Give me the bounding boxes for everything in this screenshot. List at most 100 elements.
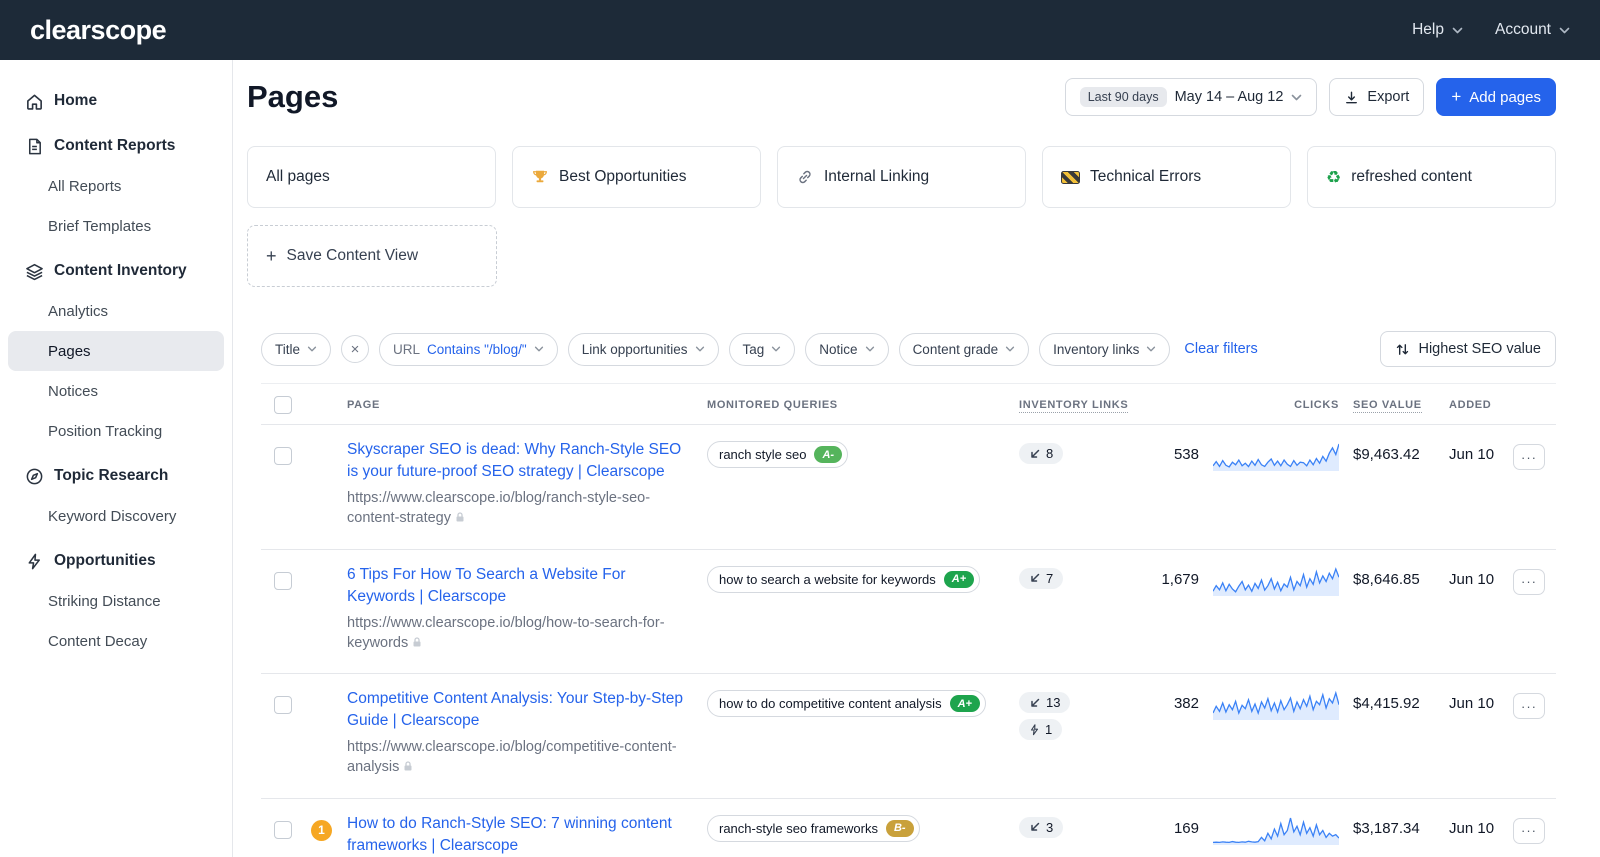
row-menu-button[interactable]: ··· — [1513, 444, 1545, 470]
construction-icon — [1061, 171, 1080, 184]
clicks-value: 169 — [1139, 813, 1199, 857]
clearscope-logo[interactable]: clearscope — [30, 15, 166, 46]
content-grade-badge: B- — [886, 820, 914, 837]
bolt-icon — [1029, 724, 1040, 736]
tab-technical-errors[interactable]: Technical Errors — [1042, 146, 1291, 208]
query-text: how to search a website for keywords — [719, 572, 936, 587]
date-range-text: May 14 – Aug 12 — [1175, 89, 1284, 105]
plus-icon: + — [266, 246, 277, 267]
sidebar-item-content-decay[interactable]: Content Decay — [8, 621, 224, 661]
add-pages-button[interactable]: + Add pages — [1436, 78, 1556, 116]
tab-internal-linking[interactable]: Internal Linking — [777, 146, 1026, 208]
sidebar-item-notices[interactable]: Notices — [8, 371, 224, 411]
filter-link-opportunities[interactable]: Link opportunities — [568, 333, 719, 366]
row-checkbox[interactable] — [274, 821, 292, 839]
content-grade-badge: A- — [814, 446, 842, 463]
link-opportunity-pill[interactable]: 1 — [1019, 719, 1062, 740]
ellipsis-icon: ··· — [1521, 699, 1537, 714]
row-menu-button[interactable]: ··· — [1513, 569, 1545, 595]
lock-icon — [454, 511, 466, 523]
sidebar-item-pages[interactable]: Pages — [8, 331, 224, 371]
filter-content-grade[interactable]: Content grade — [899, 333, 1030, 366]
inbound-arrow-icon — [1029, 821, 1041, 833]
inbound-links-pill[interactable]: 3 — [1019, 817, 1063, 838]
monitored-query-chip[interactable]: ranch-style seo frameworks B- — [707, 815, 920, 842]
sort-icon — [1395, 342, 1410, 357]
chevron-down-icon — [1146, 346, 1156, 352]
page-url: https://www.clearscope.io/blog/ranch-sty… — [347, 488, 691, 529]
sidebar-item-home[interactable]: Home — [8, 81, 224, 121]
row-menu-button[interactable]: ··· — [1513, 693, 1545, 719]
sidebar-item-brief-templates[interactable]: Brief Templates — [8, 206, 224, 246]
sidebar-item-topic-research[interactable]: Topic Research — [8, 456, 224, 496]
date-range-button[interactable]: Last 90 days May 14 – Aug 12 — [1065, 78, 1318, 116]
sidebar-item-analytics[interactable]: Analytics — [8, 291, 224, 331]
col-inventory-links[interactable]: INVENTORY LINKS — [1019, 399, 1139, 411]
trophy-icon — [531, 168, 549, 186]
tab-best-opportunities[interactable]: Best Opportunities — [512, 146, 761, 208]
clicks-sparkline — [1213, 441, 1339, 471]
monitored-query-chip[interactable]: ranch style seo A- — [707, 441, 848, 468]
filter-url-value: Contains "/blog/" — [427, 342, 527, 357]
row-checkbox[interactable] — [274, 572, 292, 590]
main-content: Pages Last 90 days May 14 – Aug 12 Expor… — [233, 60, 1600, 857]
page-title-link[interactable]: How to do Ranch-Style SEO: 7 winning con… — [347, 813, 691, 857]
help-label: Help — [1412, 21, 1444, 39]
filter-tag[interactable]: Tag — [729, 333, 796, 366]
page-title-link[interactable]: Skyscraper SEO is dead: Why Ranch-Style … — [347, 439, 691, 483]
content-grade-badge: A+ — [944, 571, 974, 588]
tab-refreshed-content[interactable]: ♻ refreshed content — [1307, 146, 1556, 208]
clicks-value: 538 — [1139, 439, 1199, 529]
sort-button[interactable]: Highest SEO value — [1380, 331, 1556, 367]
filter-title[interactable]: Title — [261, 333, 331, 366]
sidebar-item-striking-distance[interactable]: Striking Distance — [8, 581, 224, 621]
sidebar-item-position-tracking[interactable]: Position Tracking — [8, 411, 224, 451]
clicks-value: 1,679 — [1139, 564, 1199, 654]
filter-notice[interactable]: Notice — [805, 333, 888, 366]
chevron-down-icon — [695, 346, 705, 352]
sidebar-item-keyword-discovery[interactable]: Keyword Discovery — [8, 496, 224, 536]
row-checkbox[interactable] — [274, 696, 292, 714]
save-content-view-button[interactable]: + Save Content View — [247, 225, 497, 287]
monitored-query-chip[interactable]: how to do competitive content analysis A… — [707, 690, 986, 717]
chevron-down-icon — [1005, 346, 1015, 352]
position-badge: 1 — [311, 820, 332, 841]
account-menu[interactable]: Account — [1495, 21, 1570, 39]
chevron-down-icon — [534, 346, 544, 352]
sidebar-item-all-reports[interactable]: All Reports — [8, 166, 224, 206]
export-button[interactable]: Export — [1329, 78, 1424, 116]
select-all-checkbox[interactable] — [274, 396, 292, 414]
help-menu[interactable]: Help — [1412, 21, 1463, 39]
added-date: Jun 10 — [1449, 688, 1513, 778]
query-text: ranch style seo — [719, 447, 806, 462]
sidebar-item-content-reports[interactable]: Content Reports — [8, 126, 224, 166]
monitored-query-chip[interactable]: how to search a website for keywords A+ — [707, 566, 980, 593]
clicks-sparkline — [1213, 815, 1339, 845]
sidebar-item-label: Home — [54, 92, 97, 110]
sidebar-item-label: Content Inventory — [54, 262, 187, 280]
page-title-link[interactable]: Competitive Content Analysis: Your Step-… — [347, 688, 691, 732]
remove-url-filter-button[interactable]: × — [341, 335, 369, 363]
sidebar-item-content-inventory[interactable]: Content Inventory — [8, 251, 224, 291]
ellipsis-icon: ··· — [1521, 823, 1537, 838]
page-title-link[interactable]: 6 Tips For How To Search a Website For K… — [347, 564, 691, 608]
clear-filters-link[interactable]: Clear filters — [1184, 341, 1257, 357]
inbound-links-pill[interactable]: 7 — [1019, 568, 1063, 589]
tab-all-pages[interactable]: All pages — [247, 146, 496, 208]
row-menu-button[interactable]: ··· — [1513, 818, 1545, 844]
topbar: clearscope Help Account — [0, 0, 1600, 60]
filter-inventory-links[interactable]: Inventory links — [1039, 333, 1170, 366]
col-seo-value[interactable]: SEO VALUE — [1339, 399, 1449, 411]
filter-url[interactable]: URL Contains "/blog/" — [379, 333, 558, 366]
sidebar-item-opportunities[interactable]: Opportunities — [8, 541, 224, 581]
clicks-value: 382 — [1139, 688, 1199, 778]
seo-value: $3,187.34 — [1339, 813, 1449, 857]
inbound-links-pill[interactable]: 13 — [1019, 692, 1070, 713]
layers-icon — [24, 261, 44, 281]
clicks-sparkline — [1213, 690, 1339, 720]
compass-icon — [24, 466, 44, 486]
inbound-links-pill[interactable]: 8 — [1019, 443, 1063, 464]
col-added: ADDED — [1449, 399, 1513, 411]
inbound-arrow-icon — [1029, 697, 1041, 709]
row-checkbox[interactable] — [274, 447, 292, 465]
